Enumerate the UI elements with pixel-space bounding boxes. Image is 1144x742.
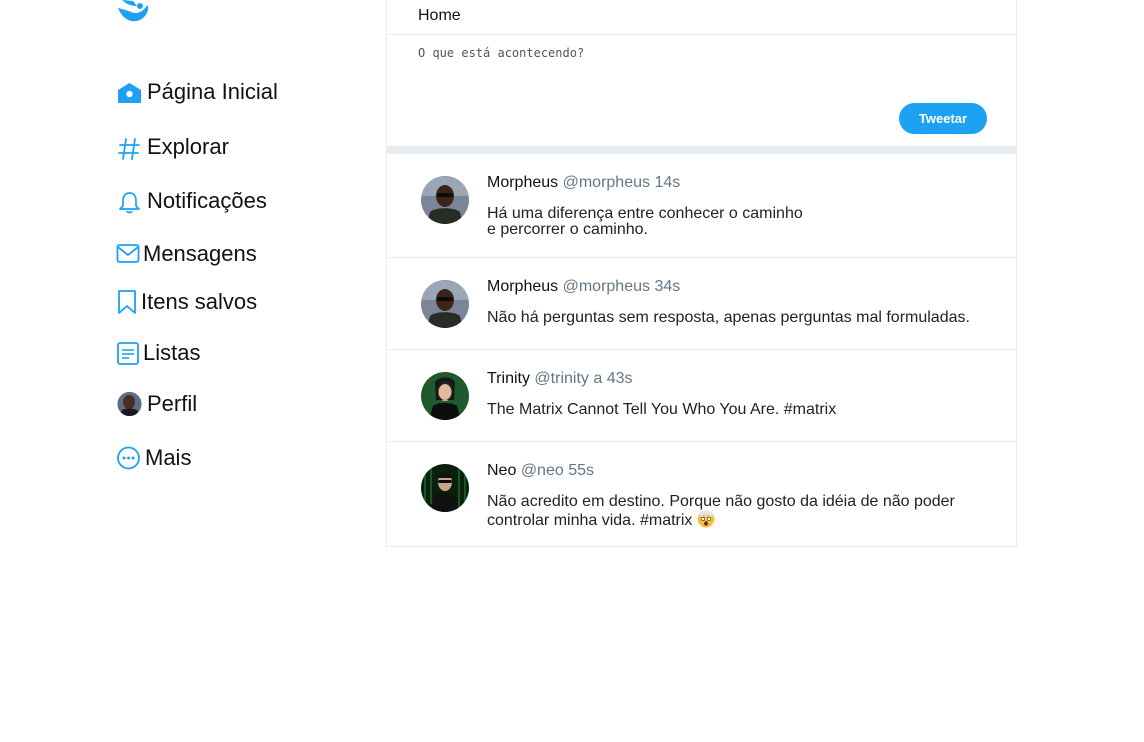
tweet-time: 14s	[654, 174, 681, 191]
sidebar-item-home[interactable]: Página Inicial	[116, 79, 278, 105]
bookmark-icon	[116, 289, 139, 315]
sidebar-item-explore[interactable]: Explorar	[116, 133, 229, 161]
sidebar-item-label: Itens salvos	[141, 289, 258, 314]
avatar[interactable]	[421, 280, 469, 328]
sidebar-item-label: Mais	[145, 444, 192, 470]
sidebar-item-label: Notificações	[147, 188, 267, 213]
sidebar-item-label: Perfil	[147, 390, 198, 416]
author-handle[interactable]: @morpheus	[563, 278, 650, 295]
envelope-icon	[116, 243, 141, 265]
avatar[interactable]	[421, 176, 469, 224]
home-icon	[116, 79, 143, 105]
tweet[interactable]: Neo @neo 55s Não acredito em destino. Po…	[387, 442, 1016, 546]
sidebar-item-messages[interactable]: Mensagens	[116, 241, 257, 267]
avatar	[116, 390, 143, 417]
tweet-header: Morpheus @morpheus 34s	[487, 278, 680, 296]
bird-icon[interactable]	[116, 0, 150, 26]
sidebar-item-label: Página Inicial	[147, 79, 278, 104]
tweet-time: a 43s	[593, 370, 633, 387]
tweet-time: 34s	[654, 278, 681, 295]
divider	[387, 146, 1016, 154]
tweet-text: Há uma diferença entre conhecer o caminh…	[487, 205, 803, 238]
sidebar-item-profile[interactable]: Perfil	[116, 390, 197, 417]
author-name[interactable]: Morpheus	[487, 174, 558, 191]
app: Página Inicial Explorar Notificações Men…	[0, 0, 1144, 742]
author-handle[interactable]: @neo	[521, 462, 564, 479]
page-title: Home	[387, 0, 1016, 35]
list-icon	[116, 340, 141, 366]
tweet-composer: Tweetar	[387, 35, 1016, 146]
bell-icon	[116, 187, 143, 215]
sidebar-item-label: Mensagens	[143, 241, 257, 266]
main-timeline: Home Tweetar Morpheus @morpheus 14s	[386, 0, 1017, 547]
tweet-time: 55s	[568, 462, 594, 479]
tweet-header: Trinity @trinity a 43s	[487, 370, 632, 388]
tweet-text-content: Não acredito em destino. Porque não gost…	[487, 493, 955, 529]
author-handle[interactable]: @morpheus	[563, 174, 650, 191]
shocked-face-icon	[697, 510, 715, 532]
hashtag-icon	[116, 133, 143, 161]
sidebar-item-bookmarks[interactable]: Itens salvos	[116, 289, 257, 315]
tweet[interactable]: Morpheus @morpheus 34s Não há perguntas …	[387, 258, 1016, 350]
author-name[interactable]: Neo	[487, 462, 516, 479]
author-name[interactable]: Morpheus	[487, 278, 558, 295]
tweet-header: Morpheus @morpheus 14s	[487, 174, 680, 192]
more-icon	[116, 444, 141, 471]
tweet-button[interactable]: Tweetar	[899, 103, 987, 134]
author-name[interactable]: Trinity	[487, 370, 530, 387]
sidebar-item-label: Explorar	[147, 134, 229, 159]
author-handle[interactable]: @trinity	[534, 370, 588, 387]
tweet-header: Neo @neo 55s	[487, 462, 594, 480]
sidebar-item-lists[interactable]: Listas	[116, 340, 200, 366]
tweet[interactable]: Trinity @trinity a 43s The Matrix Cannot…	[387, 350, 1016, 442]
sidebar-item-notifications[interactable]: Notificações	[116, 187, 267, 215]
tweet-text: The Matrix Cannot Tell You Who You Are. …	[487, 401, 837, 418]
tweet[interactable]: Morpheus @morpheus 14s Há uma diferença …	[387, 154, 1016, 258]
avatar[interactable]	[421, 464, 469, 512]
tweet-text: Não há perguntas sem resposta, apenas pe…	[487, 309, 970, 326]
sidebar-item-label: Listas	[143, 340, 201, 365]
tweet-text: Não acredito em destino. Porque não gost…	[487, 494, 955, 532]
sidebar-item-more[interactable]: Mais	[116, 444, 191, 471]
tweet-input[interactable]	[418, 46, 978, 96]
avatar[interactable]	[421, 372, 469, 420]
